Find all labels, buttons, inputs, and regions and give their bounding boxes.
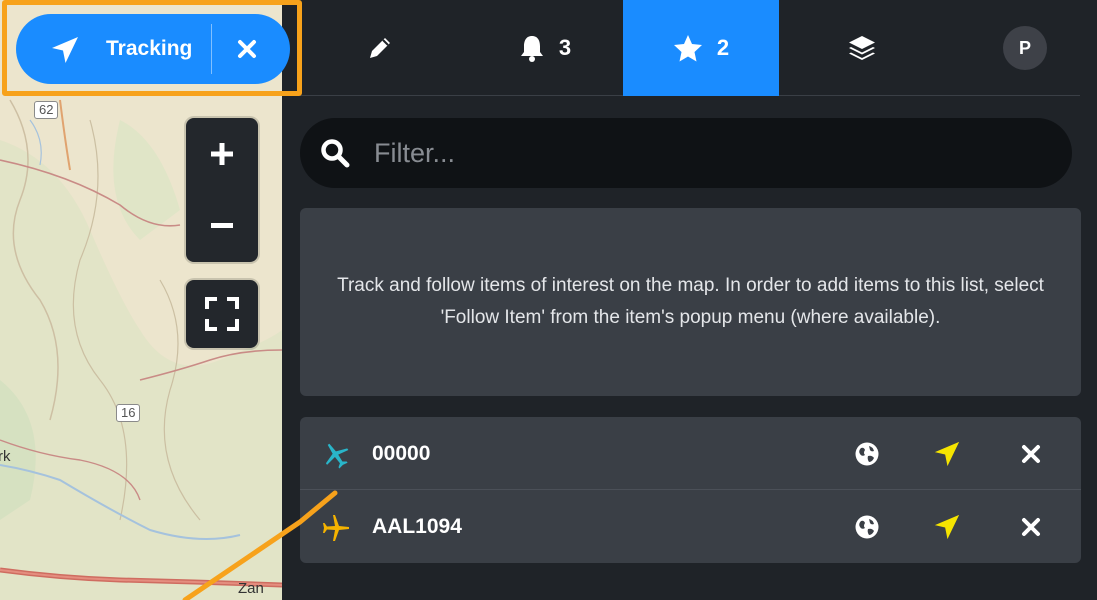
route-shield: 16 bbox=[116, 404, 141, 422]
zoom-out-button[interactable] bbox=[186, 190, 258, 262]
follow-item-button[interactable] bbox=[928, 435, 966, 473]
avatar: P bbox=[1003, 26, 1047, 70]
item-name: 00000 bbox=[372, 442, 431, 465]
close-icon bbox=[238, 40, 256, 58]
zoom-controls bbox=[186, 118, 258, 262]
tab-profile[interactable]: P bbox=[985, 0, 1065, 96]
close-icon bbox=[1022, 445, 1040, 463]
airplane-icon bbox=[323, 515, 349, 541]
remove-item-button[interactable] bbox=[1012, 508, 1050, 546]
locate-globe-button[interactable] bbox=[848, 435, 886, 473]
plus-icon bbox=[211, 143, 233, 165]
tracking-close-button[interactable] bbox=[229, 31, 265, 67]
tab-alerts[interactable]: 3 bbox=[490, 0, 600, 96]
minus-icon bbox=[211, 223, 233, 228]
tracking-pill: Tracking bbox=[16, 14, 290, 84]
follow-item-button[interactable] bbox=[928, 508, 966, 546]
filter-box bbox=[300, 118, 1072, 188]
map-place-label: rk bbox=[0, 448, 11, 465]
search-icon bbox=[321, 139, 350, 168]
location-arrow-icon bbox=[52, 37, 78, 63]
tab-favorites[interactable]: 2 bbox=[623, 0, 779, 96]
airplane-icon bbox=[325, 443, 349, 469]
list-item[interactable]: 00000 bbox=[300, 417, 1081, 490]
route-shield: 62 bbox=[34, 101, 59, 119]
remove-item-button[interactable] bbox=[1012, 435, 1050, 473]
tracking-label: Tracking bbox=[106, 37, 193, 60]
close-icon bbox=[1022, 518, 1040, 536]
fullscreen-button[interactable] bbox=[186, 280, 258, 348]
alerts-count: 3 bbox=[558, 35, 572, 60]
location-arrow-icon bbox=[934, 514, 960, 540]
globe-icon bbox=[855, 515, 879, 539]
bell-icon bbox=[520, 36, 543, 62]
info-text: Track and follow items of interest on th… bbox=[337, 275, 1044, 328]
favorites-count: 2 bbox=[716, 35, 730, 60]
layers-icon bbox=[849, 36, 875, 60]
tab-layers[interactable] bbox=[822, 0, 902, 96]
locate-globe-button[interactable] bbox=[848, 508, 886, 546]
info-box: Track and follow items of interest on th… bbox=[300, 208, 1081, 396]
star-icon bbox=[673, 35, 702, 62]
zoom-in-button[interactable] bbox=[186, 118, 258, 190]
expand-icon bbox=[205, 297, 239, 331]
item-name: AAL1094 bbox=[372, 515, 462, 538]
location-arrow-icon bbox=[934, 441, 960, 467]
filter-input[interactable] bbox=[374, 118, 1034, 188]
tracked-items-list: 00000 AAL1094 bbox=[300, 417, 1081, 563]
pencil-icon bbox=[370, 38, 390, 58]
map-place-label: Zan bbox=[238, 580, 264, 597]
globe-icon bbox=[855, 442, 879, 466]
tab-edit[interactable] bbox=[340, 0, 420, 96]
pill-divider bbox=[211, 24, 212, 74]
list-item[interactable]: AAL1094 bbox=[300, 490, 1081, 563]
map-view[interactable]: 62 16 rk Zan bbox=[0, 0, 282, 600]
